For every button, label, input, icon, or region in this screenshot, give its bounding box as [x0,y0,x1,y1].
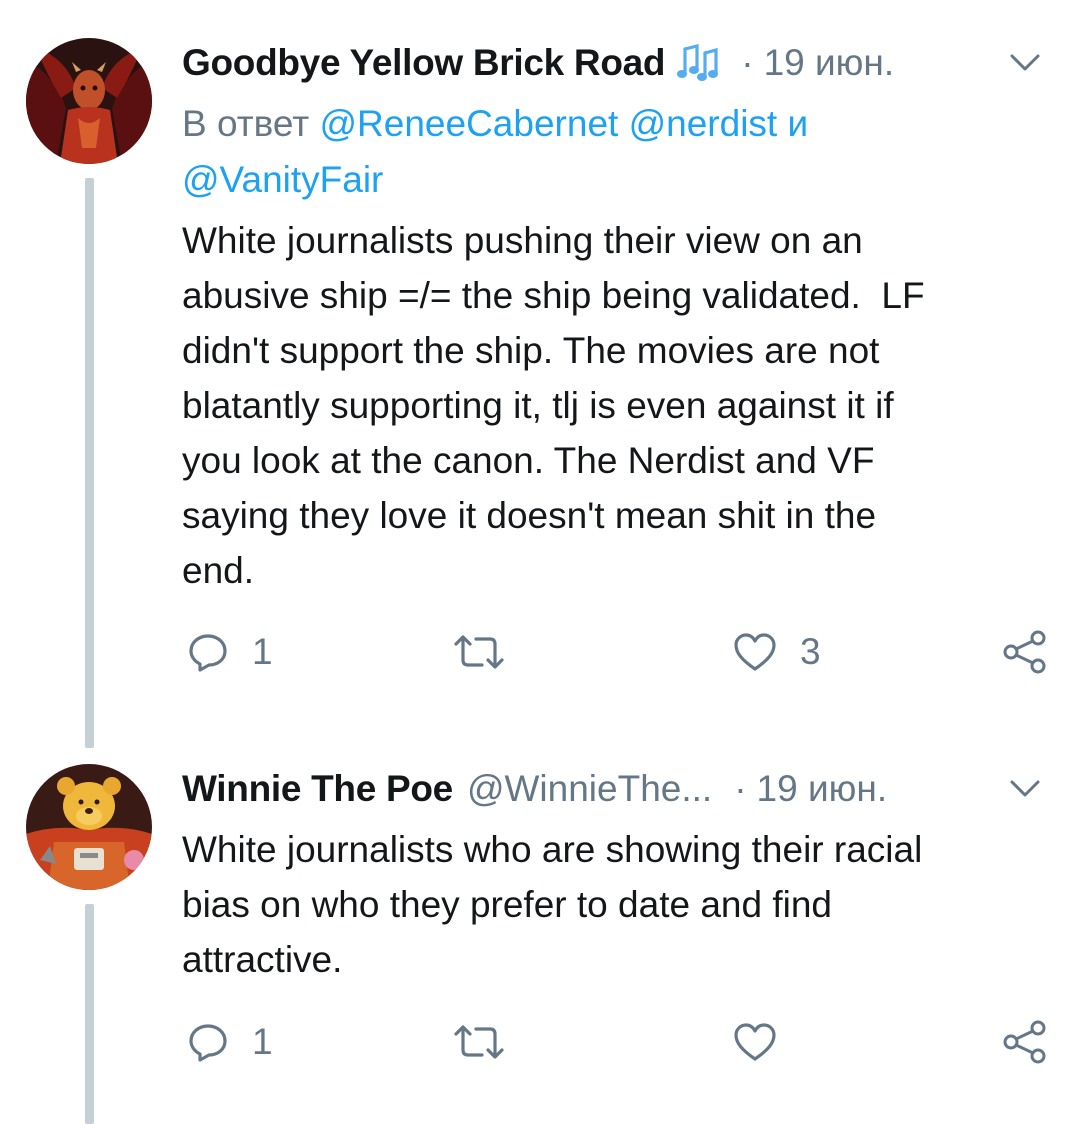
reply-context: В ответ @ReneeCabernet @nerdist и @Vanity… [182,96,942,208]
thread-line [85,178,94,748]
share-icon [1003,1020,1046,1064]
music-notes-icon [677,43,719,83]
heart-icon [734,633,776,671]
reply-prefix: В ответ [182,103,310,144]
avatar[interactable] [26,38,152,164]
thread-line [85,904,94,1124]
mention-link[interactable]: @ReneeCabernet [320,103,619,144]
reply-button[interactable]: 1 [186,622,273,682]
heart-icon [734,1023,776,1061]
separator-dot: · [734,768,747,809]
like-button[interactable] [732,1012,778,1072]
share-button[interactable] [1002,622,1048,682]
reply-conjunction: и [787,103,809,144]
reply-icon [189,1024,227,1062]
like-button[interactable]: 3 [732,622,821,682]
reply-count: 1 [252,631,273,672]
retweet-button[interactable] [452,622,506,682]
display-name[interactable]: Winnie The Poe [182,768,453,810]
tweet-actions: 1 3 [182,622,1050,682]
tweet-text: White journalists pushing their view on … [182,220,925,591]
mention-link[interactable]: @VanityFair [182,159,383,200]
share-button[interactable] [1002,1012,1048,1072]
tweet[interactable]: Winnie The Poe @WinnieThe... · 19 июн. W… [0,740,1080,1124]
tweet-actions: 1 [182,1012,1050,1072]
avatar-image [26,38,152,164]
mention-link[interactable]: @nerdist [629,103,778,144]
reply-count: 1 [252,1021,273,1062]
chevron-down-icon[interactable] [1008,50,1042,76]
like-count: 3 [800,631,821,672]
avatar[interactable] [26,764,152,890]
avatar-image [26,764,152,890]
separator-dot: · [741,42,754,83]
display-name[interactable]: Goodbye Yellow Brick Road [182,42,666,84]
retweet-icon [454,635,504,669]
tweet-text: White journalists who are showing their … [182,829,923,980]
retweet-button[interactable] [452,1012,506,1072]
tweet-date[interactable]: 19 июн. [757,768,888,810]
user-handle[interactable]: @WinnieThe... [467,768,712,810]
reply-button[interactable]: 1 [186,1012,273,1072]
tweet-header: Goodbye Yellow Brick Road · 19 июн. [182,38,1050,88]
chevron-down-icon[interactable] [1008,776,1042,802]
share-icon [1003,630,1046,674]
reply-icon [189,634,227,672]
tweet[interactable]: Goodbye Yellow Brick Road · 19 июн. В от… [0,0,1080,748]
tweet-header: Winnie The Poe @WinnieThe... · 19 июн. [182,764,1050,814]
tweet-date[interactable]: 19 июн. [764,42,895,84]
retweet-icon [454,1025,504,1059]
